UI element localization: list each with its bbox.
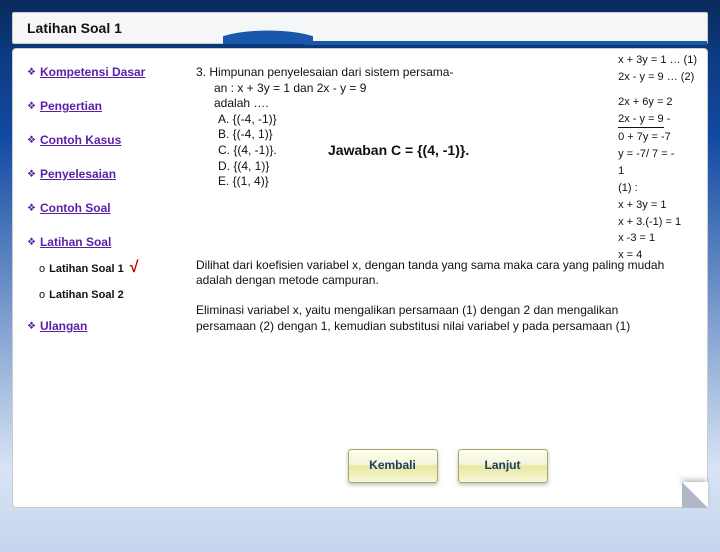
question-line: 3. Himpunan penyelesaian dari sistem per… — [196, 65, 526, 81]
button-label: Kembali — [369, 458, 416, 474]
sidebar-label: Contoh Soal — [40, 201, 111, 215]
content-area: 3. Himpunan penyelesaian dari sistem per… — [188, 49, 707, 507]
explanation-1: Dilihat dari koefisien variabel x, denga… — [196, 258, 676, 289]
option-d: D. {(4, 1)} — [218, 159, 526, 175]
eq-line: 0 + 7y = -7 — [618, 130, 697, 145]
bullet-diamond-icon: ❖ — [27, 101, 36, 112]
option-a: A. {(-4, -1)} — [218, 112, 526, 128]
sidebar-label: Ulangan — [40, 319, 87, 333]
sidebar-sub-label: Latihan Soal 1 — [49, 263, 124, 275]
sidebar-item-kompetensi[interactable]: ❖ Kompetensi Dasar — [27, 65, 184, 79]
bullet-diamond-icon: ❖ — [27, 237, 36, 248]
eq-line: 2x + 6y = 2 — [618, 95, 697, 110]
sidebar-item-ulangan[interactable]: ❖ Ulangan — [27, 319, 184, 333]
explanation-2: Eliminasi variabel x, yaitu mengalikan p… — [196, 303, 676, 334]
bullet-diamond-icon: ❖ — [27, 169, 36, 180]
bullet-circle-icon: o — [39, 263, 45, 275]
bullet-diamond-icon: ❖ — [27, 67, 36, 78]
eq-line: x -3 = 1 — [618, 231, 697, 246]
sidebar-item-contoh-kasus[interactable]: ❖ Contoh Kasus — [27, 133, 184, 147]
eq-line: x + 3y = 1 — [618, 198, 697, 213]
slide-title-bar: Latihan Soal 1 — [12, 12, 708, 44]
slide-title: Latihan Soal 1 — [27, 20, 122, 36]
eq-line: (1) : — [618, 181, 697, 196]
eq-line: y = -7/ 7 = - — [618, 147, 697, 162]
question-line: an : x + 3y = 1 dan 2x - y = 9 — [214, 81, 526, 97]
minus-sign: - — [667, 113, 671, 125]
sidebar-label: Pengertian — [40, 99, 102, 113]
eq-line: x = 4 — [618, 248, 697, 263]
question-line: adalah …. — [214, 96, 526, 112]
eq-line: x + 3.(-1) = 1 — [618, 215, 697, 230]
eq-line: 2x - y = 9 - — [618, 112, 697, 129]
check-icon: √ — [130, 259, 139, 277]
back-button[interactable]: Kembali — [348, 449, 438, 483]
sidebar-label: Penyelesaian — [40, 167, 116, 181]
spacer — [618, 87, 697, 93]
sidebar-item-pengertian[interactable]: ❖ Pengertian — [27, 99, 184, 113]
sidebar-item-contoh-soal[interactable]: ❖ Contoh Soal — [27, 201, 184, 215]
eq-line: 1 — [618, 164, 697, 179]
next-button[interactable]: Lanjut — [458, 449, 548, 483]
bullet-diamond-icon: ❖ — [27, 135, 36, 146]
bullet-diamond-icon: ❖ — [27, 203, 36, 214]
bullet-circle-icon: o — [39, 289, 45, 301]
title-decor-bar — [303, 41, 707, 45]
page-curl-icon — [682, 482, 708, 508]
sidebar-sub-label: Latihan Soal 2 — [49, 289, 124, 301]
worked-solution: x + 3y = 1 … (1) 2x - y = 9 … (2) 2x + 6… — [618, 53, 697, 265]
main-panel: ❖ Kompetensi Dasar ❖ Pengertian ❖ Contoh… — [12, 48, 708, 508]
sidebar-label: Kompetensi Dasar — [40, 65, 145, 79]
sidebar-sub-latihan-2[interactable]: o Latihan Soal 2 — [39, 289, 184, 301]
eq-text: 2x - y = 9 — [618, 112, 664, 129]
bullet-diamond-icon: ❖ — [27, 321, 36, 332]
nav-buttons: Kembali Lanjut — [348, 449, 548, 483]
answer-text: Jawaban C = {(4, -1)}. — [328, 141, 469, 159]
sidebar-sub-latihan-1[interactable]: o Latihan Soal 1 √ — [39, 259, 184, 277]
question-block: 3. Himpunan penyelesaian dari sistem per… — [196, 65, 526, 190]
sidebar-label: Latihan Soal — [40, 235, 111, 249]
sidebar-item-latihan-soal[interactable]: ❖ Latihan Soal — [27, 235, 184, 249]
eq-line: x + 3y = 1 … (1) — [618, 53, 697, 68]
sidebar: ❖ Kompetensi Dasar ❖ Pengertian ❖ Contoh… — [13, 49, 188, 507]
eq-line: 2x - y = 9 … (2) — [618, 70, 697, 85]
option-e: E. {(1, 4)} — [218, 174, 526, 190]
sidebar-label: Contoh Kasus — [40, 133, 121, 147]
button-label: Lanjut — [485, 458, 521, 474]
sidebar-item-penyelesaian[interactable]: ❖ Penyelesaian — [27, 167, 184, 181]
title-decor-curve — [223, 22, 313, 44]
